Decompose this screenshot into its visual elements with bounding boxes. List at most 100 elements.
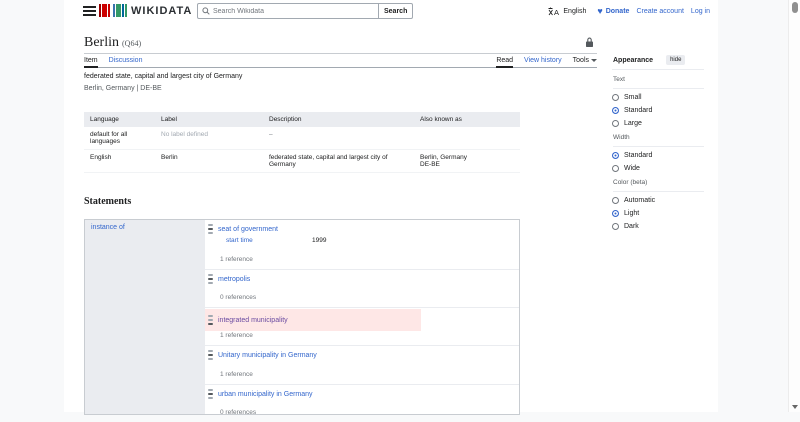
- appearance-hide-button[interactable]: hide: [666, 55, 686, 65]
- vertical-scrollbar[interactable]: [788, 0, 800, 412]
- rank-normal-icon[interactable]: [208, 274, 213, 284]
- statement-claim: seat of government start time 1999 1 ref…: [205, 220, 519, 269]
- references-toggle[interactable]: 0 references: [205, 294, 256, 301]
- wikidata-wordmark: WIKIDATA: [131, 4, 193, 17]
- rank-normal-icon[interactable]: [208, 224, 213, 234]
- radio-text-large[interactable]: Large: [612, 119, 704, 128]
- qualifier-property-link[interactable]: start time: [226, 237, 312, 244]
- search-icon: [202, 7, 210, 15]
- claim-value-link[interactable]: integrated municipality: [218, 317, 288, 324]
- rank-deprecated-icon[interactable]: [208, 315, 213, 325]
- radio-checked-icon[interactable]: [612, 107, 619, 114]
- claim-value-link[interactable]: Unitary municipality in Germany: [218, 352, 317, 359]
- chevron-down-icon: [591, 58, 597, 62]
- references-toggle[interactable]: 1 reference: [205, 256, 253, 263]
- scrollbar-thumb[interactable]: [792, 2, 798, 13]
- claim-value-link[interactable]: seat of government: [218, 226, 278, 233]
- entity-aliases: Berlin, Germany | DE-BE: [84, 85, 162, 92]
- appearance-section-text: Text: [613, 76, 704, 89]
- radio-icon[interactable]: [612, 120, 619, 127]
- log-in-link[interactable]: Log in: [691, 8, 710, 15]
- search-bar: Search: [197, 3, 414, 19]
- col-description: Description: [263, 112, 414, 127]
- radio-width-standard[interactable]: Standard: [612, 151, 704, 160]
- cell-also-known-as: [414, 127, 520, 150]
- cell-description: federated state, capital and largest cit…: [263, 149, 414, 173]
- main-column: WIKIDATA Search A English ♥ Donate Creat…: [64, 0, 718, 416]
- title-bar: Berlin (Q64): [84, 33, 597, 54]
- radio-color-light[interactable]: Light: [612, 209, 704, 218]
- tab-view-history[interactable]: View history: [524, 55, 562, 68]
- cell-description: –: [263, 127, 414, 150]
- rank-normal-icon[interactable]: [208, 389, 213, 399]
- wikidata-logo[interactable]: WIKIDATA: [99, 4, 192, 17]
- heart-icon: ♥: [597, 5, 603, 16]
- search-button[interactable]: Search: [378, 3, 414, 19]
- tab-discussion[interactable]: Discussion: [109, 55, 143, 68]
- cell-label: No label defined: [155, 127, 263, 150]
- claim-value-link[interactable]: urban municipality in Germany: [218, 391, 313, 398]
- property-link[interactable]: instance of: [91, 224, 125, 231]
- svg-text:A: A: [554, 8, 559, 16]
- language-selector[interactable]: English: [563, 8, 586, 15]
- claim-qualifiers: start time 1999: [205, 237, 519, 244]
- radio-icon[interactable]: [612, 165, 619, 172]
- references-toggle[interactable]: 1 reference: [205, 332, 253, 339]
- terms-header-row: Language Label Description Also known as: [84, 112, 520, 127]
- radio-text-small[interactable]: Small: [612, 93, 704, 102]
- appearance-section-color: Color (beta): [613, 179, 704, 192]
- table-row: English Berlin federated state, capital …: [84, 149, 520, 173]
- cell-language: English: [84, 149, 155, 173]
- language-icon: A: [548, 7, 559, 16]
- statements-heading: Statements: [84, 196, 132, 207]
- qualifier-value: 1999: [312, 237, 327, 244]
- appearance-section-width: Width: [613, 134, 704, 147]
- rank-normal-icon[interactable]: [208, 350, 213, 360]
- col-label: Label: [155, 112, 263, 127]
- statement-claim: metropolis 0 references: [205, 269, 519, 307]
- statement-claim-deprecated: integrated municipality 1 reference: [205, 307, 519, 345]
- radio-color-automatic[interactable]: Automatic: [612, 196, 704, 205]
- entity-id: (Q64): [122, 39, 142, 48]
- radio-checked-icon[interactable]: [612, 210, 619, 217]
- cell-language: default for all languages: [84, 127, 155, 150]
- create-account-link[interactable]: Create account: [636, 8, 683, 15]
- donate-link[interactable]: Donate: [606, 8, 630, 15]
- claim-value-link[interactable]: metropolis: [218, 276, 250, 283]
- radio-width-wide[interactable]: Wide: [612, 164, 704, 173]
- statement-claim: Unitary municipality in Germany 1 refere…: [205, 345, 519, 384]
- cell-label: Berlin: [155, 149, 263, 173]
- radio-icon[interactable]: [612, 223, 619, 230]
- col-also-known-as: Also known as: [414, 112, 520, 127]
- tab-read[interactable]: Read: [496, 55, 514, 68]
- entity-description: federated state, capital and largest cit…: [84, 73, 243, 80]
- wikidata-logo-bars-icon: [99, 4, 127, 17]
- page-title: Berlin: [84, 35, 119, 50]
- cell-also-known-as: Berlin, Germany DE-BE: [414, 149, 520, 173]
- scrollbar-down-arrow-icon[interactable]: [792, 405, 798, 409]
- references-toggle[interactable]: 1 reference: [205, 371, 253, 378]
- table-row: default for all languages No label defin…: [84, 127, 520, 150]
- radio-icon[interactable]: [612, 94, 619, 101]
- statement-property-column: instance of: [85, 220, 205, 414]
- radio-icon[interactable]: [612, 197, 619, 204]
- radio-checked-icon[interactable]: [612, 152, 619, 159]
- search-input[interactable]: [213, 7, 363, 15]
- terms-table: Language Label Description Also known as…: [84, 112, 520, 173]
- statement-claim: urban municipality in Germany 0 referenc…: [205, 384, 519, 422]
- tab-item[interactable]: Item: [84, 55, 98, 68]
- appearance-heading: Appearance: [613, 56, 654, 64]
- page-tabs: Item Discussion Read View history Tools: [84, 55, 597, 68]
- tools-menu[interactable]: Tools: [573, 55, 597, 68]
- search-field-container: [197, 3, 379, 19]
- references-toggle[interactable]: 0 references: [205, 409, 256, 416]
- menu-icon[interactable]: [83, 6, 96, 16]
- radio-text-standard[interactable]: Standard: [612, 106, 704, 115]
- appearance-panel: Appearance hide Text Small Standard Larg…: [604, 50, 704, 231]
- col-language: Language: [84, 112, 155, 127]
- statement-claims-column: seat of government start time 1999 1 ref…: [205, 220, 519, 416]
- header-links: A English ♥ Donate Create account Log in: [548, 0, 710, 22]
- lock-icon: [585, 35, 594, 53]
- statement-group: instance of seat of government start tim…: [84, 219, 520, 416]
- radio-color-dark[interactable]: Dark: [612, 222, 704, 231]
